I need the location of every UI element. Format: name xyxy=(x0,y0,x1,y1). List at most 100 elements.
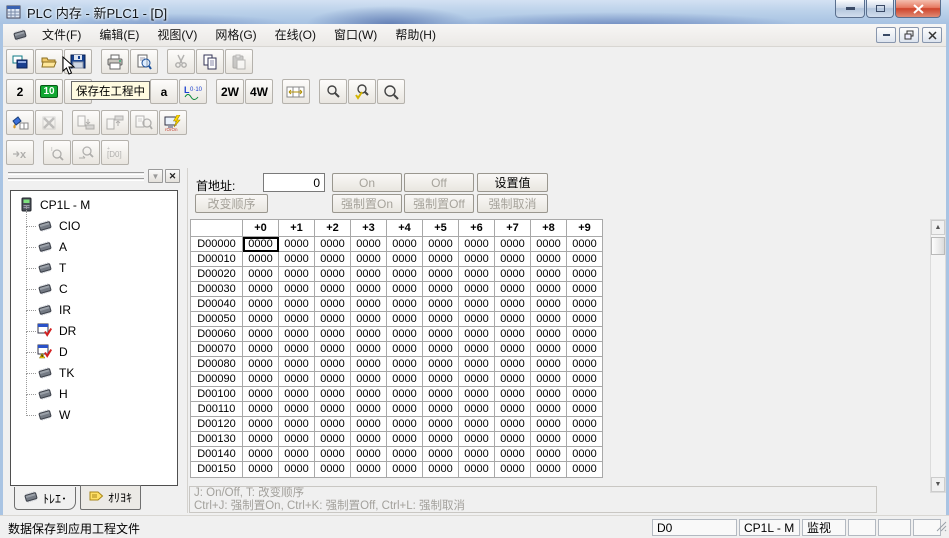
force-on-button[interactable]: 强制置On xyxy=(332,194,402,213)
memory-cell[interactable]: 0000 xyxy=(315,432,351,447)
memory-cell[interactable]: 0000 xyxy=(531,342,567,357)
memory-cell[interactable]: 0000 xyxy=(459,312,495,327)
memory-cell[interactable]: 0000 xyxy=(243,432,279,447)
memory-cell[interactable]: 0000 xyxy=(567,357,603,372)
memory-cell[interactable]: 0000 xyxy=(351,327,387,342)
trend-log-button[interactable]: L0·10 xyxy=(179,79,207,104)
open-button[interactable] xyxy=(35,49,63,74)
memory-cell[interactable]: 0000 xyxy=(531,297,567,312)
two-word-button[interactable]: 2W xyxy=(216,79,244,104)
memory-cell[interactable]: 0000 xyxy=(351,297,387,312)
memory-cell[interactable]: 0000 xyxy=(531,327,567,342)
memory-cell[interactable]: 0000 xyxy=(243,372,279,387)
memory-cell[interactable]: 0000 xyxy=(567,312,603,327)
memory-cell[interactable]: 0000 xyxy=(531,402,567,417)
memory-cell[interactable]: 0000 xyxy=(279,267,315,282)
memory-cell[interactable]: 0000 xyxy=(459,237,495,252)
memory-cell[interactable]: 0000 xyxy=(531,252,567,267)
memory-cell[interactable]: 0000 xyxy=(387,432,423,447)
memory-cell[interactable]: 0000 xyxy=(387,372,423,387)
resize-columns-button[interactable] xyxy=(282,79,310,104)
memory-cell[interactable]: 0000 xyxy=(351,462,387,478)
memory-cell[interactable]: 0000 xyxy=(567,387,603,402)
off-button[interactable]: Off xyxy=(404,173,474,192)
paste-button[interactable] xyxy=(225,49,253,74)
memory-cell[interactable]: 0000 xyxy=(423,342,459,357)
on-button[interactable]: On xyxy=(332,173,402,192)
memory-cell[interactable]: 0000 xyxy=(243,282,279,297)
minimize-button[interactable] xyxy=(835,0,865,18)
compare-memory-button[interactable] xyxy=(130,110,158,135)
memory-cell[interactable]: 0000 xyxy=(279,447,315,462)
memory-cell[interactable]: 0000 xyxy=(531,267,567,282)
menu-item-0[interactable]: 文件(F) xyxy=(33,25,90,45)
resize-grip[interactable] xyxy=(935,519,947,537)
memory-cell[interactable]: 0000 xyxy=(531,417,567,432)
new-view-button[interactable] xyxy=(6,49,34,74)
memory-cell[interactable]: 0000 xyxy=(243,252,279,267)
memory-cell[interactable]: 0000 xyxy=(279,372,315,387)
memory-cell[interactable]: 0000 xyxy=(423,282,459,297)
pane-splitter[interactable] xyxy=(187,168,188,513)
memory-cell[interactable]: 0000 xyxy=(315,402,351,417)
close-button[interactable] xyxy=(895,0,941,18)
memory-cell[interactable]: 0000 xyxy=(423,447,459,462)
menu-item-6[interactable]: 帮助(H) xyxy=(386,25,445,45)
memory-cell[interactable]: 0000 xyxy=(567,417,603,432)
ascii-button[interactable]: a xyxy=(150,79,178,104)
memory-cell[interactable]: 0000 xyxy=(495,342,531,357)
menu-item-2[interactable]: 视图(V) xyxy=(148,25,206,45)
memory-cell[interactable]: 0000 xyxy=(495,417,531,432)
scrollbar-thumb[interactable] xyxy=(931,237,945,255)
memory-cell[interactable]: 0000 xyxy=(279,462,315,478)
memory-cell[interactable]: 0000 xyxy=(495,372,531,387)
memory-cell[interactable]: 0000 xyxy=(567,252,603,267)
force-on-view-button[interactable]: T xyxy=(43,140,71,165)
memory-cell[interactable]: 0000 xyxy=(423,417,459,432)
pane-grip[interactable] xyxy=(8,172,144,175)
memory-cell[interactable]: 0000 xyxy=(459,342,495,357)
memory-cell[interactable]: 0000 xyxy=(351,252,387,267)
menu-item-1[interactable]: 编辑(E) xyxy=(90,25,148,45)
memory-cell[interactable]: 0000 xyxy=(459,462,495,478)
copy-button[interactable] xyxy=(196,49,224,74)
memory-cell[interactable]: 0000 xyxy=(279,342,315,357)
memory-cell[interactable]: 0000 xyxy=(495,432,531,447)
memory-cell[interactable]: 0000 xyxy=(387,282,423,297)
memory-cell[interactable]: 0000 xyxy=(567,267,603,282)
memory-cell[interactable]: 0000 xyxy=(387,267,423,282)
memory-cell[interactable]: 0000 xyxy=(531,357,567,372)
memory-cell[interactable]: 0000 xyxy=(351,282,387,297)
memory-cell[interactable]: 0000 xyxy=(351,357,387,372)
zoom-small-button[interactable] xyxy=(319,79,347,104)
pane-grip[interactable] xyxy=(8,178,144,181)
scroll-up-icon[interactable]: ▲ xyxy=(931,220,945,235)
memory-cell[interactable]: 0000 xyxy=(531,372,567,387)
forced-set-button[interactable]: x xyxy=(6,140,34,165)
memory-cell[interactable]: 0000 xyxy=(459,417,495,432)
memory-cell[interactable]: 0000 xyxy=(279,252,315,267)
memory-cell[interactable]: 0000 xyxy=(387,357,423,372)
memory-cell[interactable]: 0000 xyxy=(459,297,495,312)
memory-cell[interactable]: 0000 xyxy=(387,417,423,432)
memory-cell[interactable]: 0000 xyxy=(567,327,603,342)
memory-cell[interactable]: 0000 xyxy=(315,312,351,327)
memory-cell[interactable]: 0000 xyxy=(495,462,531,478)
memory-cell[interactable]: 0000 xyxy=(495,447,531,462)
memory-cell[interactable]: 0000 xyxy=(243,402,279,417)
cut-button[interactable] xyxy=(167,49,195,74)
memory-cell[interactable]: 0000 xyxy=(387,252,423,267)
memory-cell[interactable]: 0000 xyxy=(243,267,279,282)
tab-address[interactable]: ｵﾘﾖｷ xyxy=(80,485,141,510)
memory-cell[interactable]: 0000 xyxy=(315,357,351,372)
transfer-to-plc-button[interactable] xyxy=(72,110,100,135)
tab-memory[interactable]: ﾄﾚｴ･ xyxy=(14,487,76,510)
memory-cell[interactable]: 0000 xyxy=(315,252,351,267)
memory-cell[interactable]: 0000 xyxy=(423,267,459,282)
memory-cell[interactable]: 0000 xyxy=(351,372,387,387)
force-off-view-button[interactable] xyxy=(72,140,100,165)
memory-cell[interactable]: 0000 xyxy=(495,357,531,372)
print-button[interactable] xyxy=(101,49,129,74)
memory-cell[interactable]: 0000 xyxy=(459,402,495,417)
child-minimize-button[interactable] xyxy=(876,27,896,43)
